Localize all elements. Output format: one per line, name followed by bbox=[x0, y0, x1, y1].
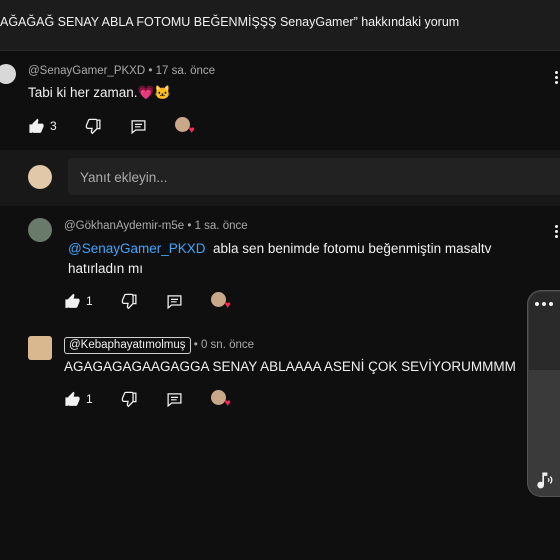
volume-icon[interactable] bbox=[534, 470, 554, 495]
thumbs-up-icon bbox=[65, 293, 80, 308]
reply-icon bbox=[131, 119, 146, 134]
like-count: 1 bbox=[86, 294, 93, 308]
reply-icon bbox=[167, 294, 182, 309]
thumbs-down-icon bbox=[121, 391, 137, 407]
like-button[interactable]: 1 bbox=[64, 391, 93, 408]
reply-time[interactable]: 1 sa. önce bbox=[195, 220, 248, 232]
dislike-button[interactable] bbox=[121, 391, 138, 408]
reply-button[interactable] bbox=[166, 293, 183, 310]
creator-heart-icon: ♥ bbox=[188, 125, 195, 136]
thumbs-down-icon bbox=[85, 118, 101, 134]
creator-avatar bbox=[210, 390, 226, 405]
thumbs-up-icon bbox=[65, 391, 80, 406]
reply-time[interactable]: 0 sn. önce bbox=[201, 339, 254, 351]
more-vert-icon[interactable] bbox=[555, 69, 559, 86]
creator-heart: ♥ bbox=[210, 292, 231, 311]
reply-body: AGAGAGAGAAGAGGA SENAY ABLAAAA ASENİ ÇOK … bbox=[64, 359, 516, 374]
like-count: 1 bbox=[86, 392, 93, 406]
creator-avatar bbox=[174, 117, 190, 132]
dislike-button[interactable] bbox=[85, 118, 102, 135]
avatar bbox=[28, 165, 52, 189]
like-button[interactable]: 1 bbox=[64, 293, 93, 310]
comment-actions: 3 ♥ bbox=[28, 117, 195, 136]
mention-link[interactable]: @SenayGamer_PKXD bbox=[68, 241, 206, 256]
more-horiz-icon[interactable] bbox=[535, 302, 556, 306]
reply-icon bbox=[167, 392, 182, 407]
comment-author[interactable]: @SenayGamer_PKXD bbox=[28, 65, 145, 77]
page-title: AĞAĞAĞ SENAY ABLA FOTOMU BEĞENMİŞŞŞ Sena… bbox=[0, 15, 460, 29]
thumbs-up-icon bbox=[29, 118, 44, 133]
thumbs-down-icon bbox=[121, 293, 137, 309]
like-button[interactable]: 3 bbox=[28, 118, 57, 135]
comment-text: Tabi ki her zaman.💗🐱 bbox=[28, 85, 172, 100]
reply-text: @SenayGamer_PKXD abla sen benimde fotomu… bbox=[68, 239, 518, 279]
reply-author[interactable]: @Kebaphayatımolmuş bbox=[64, 337, 191, 354]
creator-heart-icon: ♥ bbox=[224, 300, 231, 311]
avatar[interactable] bbox=[28, 336, 52, 360]
reply-meta: @GökhanAydemir-m5e • 1 sa. önce bbox=[64, 220, 248, 232]
avatar[interactable] bbox=[28, 218, 52, 242]
reply-button[interactable] bbox=[166, 391, 183, 408]
creator-heart: ♥ bbox=[210, 390, 231, 409]
reply-meta: @Kebaphayatımolmuş • 0 sn. önce bbox=[64, 337, 254, 354]
reply-actions: 1 ♥ bbox=[64, 292, 231, 311]
comment-time[interactable]: 17 sa. önce bbox=[156, 65, 215, 77]
dislike-button[interactable] bbox=[121, 293, 138, 310]
more-vert-icon[interactable] bbox=[555, 223, 559, 240]
creator-avatar bbox=[210, 292, 226, 307]
reply-actions: 1 ♥ bbox=[64, 390, 231, 409]
creator-heart: ♥ bbox=[174, 117, 195, 136]
like-count: 3 bbox=[50, 119, 57, 133]
comment-meta: @SenayGamer_PKXD • 17 sa. önce bbox=[28, 65, 216, 77]
reply-input-placeholder[interactable]: Yanıt ekleyin... bbox=[80, 170, 168, 185]
reply-author[interactable]: @GökhanAydemir-m5e bbox=[64, 220, 184, 232]
avatar[interactable] bbox=[0, 64, 16, 84]
reply-button[interactable] bbox=[130, 118, 147, 135]
creator-heart-icon: ♥ bbox=[224, 398, 231, 409]
